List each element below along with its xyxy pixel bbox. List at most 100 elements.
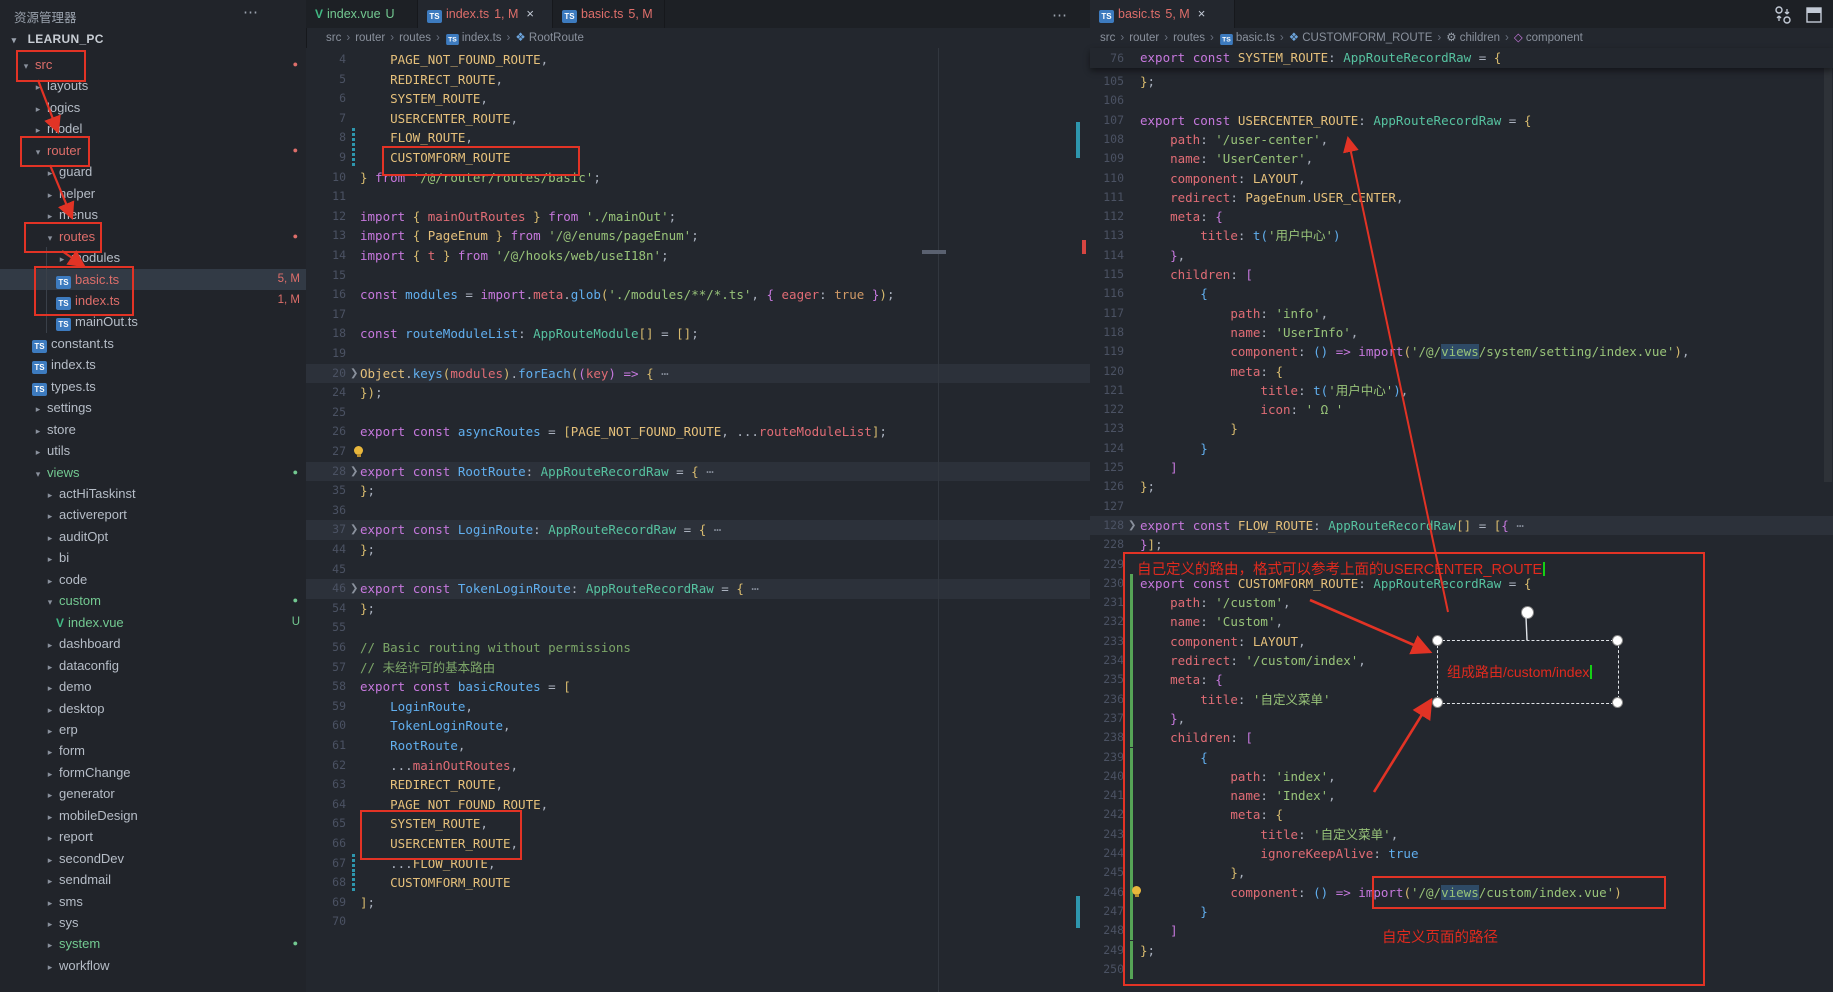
breadcrumb-item[interactable]: TSbasic.ts bbox=[1219, 32, 1275, 44]
tab-basic.ts[interactable]: TSbasic.ts5, M× bbox=[1090, 0, 1235, 28]
tree-item-auditOpt[interactable]: ▸auditOpt bbox=[0, 526, 306, 547]
tree-item-utils[interactable]: ▸utils bbox=[0, 440, 306, 461]
typescript-file-icon: TS bbox=[56, 318, 71, 331]
tree-item-label: sendmail bbox=[59, 872, 111, 887]
sticky-scroll-line[interactable]: 76export const SYSTEM_ROUTE: AppRouteRec… bbox=[1090, 48, 1833, 68]
tree-item-report[interactable]: ▸report bbox=[0, 826, 306, 847]
tree-item-menus[interactable]: ▸menus bbox=[0, 204, 306, 225]
tree-item-settings[interactable]: ▸settings bbox=[0, 397, 306, 418]
tree-item-router[interactable]: ▾router● bbox=[0, 140, 306, 161]
tree-item-sys[interactable]: ▸sys bbox=[0, 912, 306, 933]
selection-handle[interactable] bbox=[1432, 697, 1443, 708]
tree-item-erp[interactable]: ▸erp bbox=[0, 719, 306, 740]
tree-item-index-vue[interactable]: Vindex.vueU bbox=[0, 612, 306, 633]
toggle-layout-icon[interactable] bbox=[1804, 5, 1824, 25]
tree-item-types-ts[interactable]: TStypes.ts bbox=[0, 376, 306, 397]
tree-item-generator[interactable]: ▸generator bbox=[0, 783, 306, 804]
explorer-title: 资源管理器 bbox=[14, 7, 77, 26]
breadcrumb-item[interactable]: router bbox=[355, 32, 385, 44]
rotation-handle[interactable] bbox=[1521, 606, 1534, 619]
tree-item-dataconfig[interactable]: ▸dataconfig bbox=[0, 655, 306, 676]
breadcrumb-item[interactable]: src bbox=[1100, 32, 1115, 44]
tree-item-routes[interactable]: ▾routes● bbox=[0, 226, 306, 247]
gutter-added-bar bbox=[1130, 825, 1133, 844]
tree-item-workflow[interactable]: ▸workflow bbox=[0, 955, 306, 976]
breadcrumb-item[interactable]: ◇ component bbox=[1514, 32, 1583, 44]
selection-handle[interactable] bbox=[1432, 635, 1443, 646]
tree-item-bi[interactable]: ▸bi bbox=[0, 547, 306, 568]
vue-file-icon: V bbox=[56, 616, 64, 630]
lightbulb-icon[interactable] bbox=[354, 446, 363, 455]
tree-item-constant-ts[interactable]: TSconstant.ts bbox=[0, 333, 306, 354]
code-line-245: 245 }, bbox=[1090, 863, 1833, 882]
breadcrumb-item[interactable]: ❖ RootRoute bbox=[515, 32, 584, 44]
gutter-added-bar bbox=[1130, 960, 1133, 979]
explorer-more-actions-icon[interactable]: ⋯ bbox=[243, 3, 258, 21]
chevron-right-icon: ▸ bbox=[44, 742, 56, 763]
tab-index.ts[interactable]: TSindex.ts1, M× bbox=[418, 0, 553, 28]
code-line-242: 242 meta: { bbox=[1090, 805, 1833, 824]
tree-item-system[interactable]: ▸system● bbox=[0, 933, 306, 954]
tree-item-activereport[interactable]: ▸activereport bbox=[0, 504, 306, 525]
chevron-down-icon: ▾ bbox=[44, 592, 56, 613]
tree-item-guard[interactable]: ▸guard bbox=[0, 161, 306, 182]
scrollbar-thumb[interactable] bbox=[1824, 52, 1832, 482]
tab-basic.ts[interactable]: TSbasic.ts5, M bbox=[553, 0, 665, 28]
tree-item-desktop[interactable]: ▸desktop bbox=[0, 698, 306, 719]
tree-item-sendmail[interactable]: ▸sendmail bbox=[0, 869, 306, 890]
tree-item-secondDev[interactable]: ▸secondDev bbox=[0, 848, 306, 869]
chevron-down-icon: ▾ bbox=[32, 464, 44, 485]
code-line-36: 36 bbox=[306, 501, 1090, 521]
breadcrumb-item[interactable]: TSindex.ts bbox=[445, 32, 502, 44]
close-icon[interactable]: × bbox=[526, 6, 534, 21]
scrollbar-dash[interactable] bbox=[922, 250, 946, 254]
editor-middle[interactable]: 4 PAGE_NOT_FOUND_ROUTE,5 REDIRECT_ROUTE,… bbox=[306, 48, 1090, 992]
fold-chevron-icon[interactable]: ❯ bbox=[1128, 516, 1136, 535]
breadcrumb-item[interactable]: src bbox=[326, 32, 341, 44]
selection-handle[interactable] bbox=[1612, 635, 1623, 646]
typescript-file-icon: TS bbox=[32, 383, 47, 396]
tree-item-store[interactable]: ▸store bbox=[0, 419, 306, 440]
gutter-added-bar bbox=[1130, 690, 1133, 709]
breadcrumb-item[interactable]: ❖ CUSTOMFORM_ROUTE bbox=[1289, 32, 1433, 44]
workspace-root[interactable]: ▾ LEARUN_PC bbox=[8, 32, 298, 54]
tree-item-model[interactable]: ▸model bbox=[0, 118, 306, 139]
text-cursor bbox=[1590, 665, 1592, 679]
tree-item-dashboard[interactable]: ▸dashboard bbox=[0, 633, 306, 654]
code-line-106: 106 bbox=[1090, 91, 1833, 110]
git-modified-dot: ● bbox=[293, 226, 298, 247]
split-editor-icon[interactable] bbox=[1772, 5, 1794, 25]
tree-item-logics[interactable]: ▸logics bbox=[0, 97, 306, 118]
breadcrumb-item[interactable]: routes bbox=[399, 32, 431, 44]
fold-chevron-icon[interactable]: ❯ bbox=[350, 520, 358, 540]
tree-item-helper[interactable]: ▸helper bbox=[0, 183, 306, 204]
selection-handle[interactable] bbox=[1612, 697, 1623, 708]
tree-item-sms[interactable]: ▸sms bbox=[0, 891, 306, 912]
tree-item-src[interactable]: ▾src● bbox=[0, 54, 306, 75]
gutter-added-bar bbox=[1130, 863, 1133, 882]
editor-more-actions-icon[interactable]: ⋯ bbox=[1052, 6, 1067, 24]
tree-item-demo[interactable]: ▸demo bbox=[0, 676, 306, 697]
fold-chevron-icon[interactable]: ❯ bbox=[350, 462, 358, 482]
code-line-118: 118 name: 'UserInfo', bbox=[1090, 323, 1833, 342]
tree-item-mobileDesign[interactable]: ▸mobileDesign bbox=[0, 805, 306, 826]
tree-item-code[interactable]: ▸code bbox=[0, 569, 306, 590]
tab-index.vue[interactable]: Vindex.vueU bbox=[306, 0, 418, 28]
tree-item-actHiTaskinst[interactable]: ▸actHiTaskinst bbox=[0, 483, 306, 504]
breadcrumb-item[interactable]: routes bbox=[1173, 32, 1205, 44]
tree-item-layouts[interactable]: ▸layouts bbox=[0, 75, 306, 96]
fold-chevron-icon[interactable]: ❯ bbox=[350, 579, 358, 599]
close-icon[interactable]: × bbox=[1198, 6, 1206, 21]
tab-bar-right: TSbasic.ts5, M× bbox=[1090, 0, 1833, 28]
tree-item-views[interactable]: ▾views● bbox=[0, 462, 306, 483]
breadcrumb-item[interactable]: router bbox=[1129, 32, 1159, 44]
tree-item-formChange[interactable]: ▸formChange bbox=[0, 762, 306, 783]
tree-item-custom[interactable]: ▾custom● bbox=[0, 590, 306, 611]
editor-right[interactable]: 105};106107export const USERCENTER_ROUTE… bbox=[1090, 48, 1833, 992]
code-line-239: 239 { bbox=[1090, 748, 1833, 767]
tree-item-index-ts[interactable]: TSindex.ts bbox=[0, 354, 306, 375]
chevron-right-icon: ▸ bbox=[56, 249, 68, 270]
breadcrumb-item[interactable]: ⚙ children bbox=[1446, 32, 1500, 44]
tree-item-form[interactable]: ▸form bbox=[0, 740, 306, 761]
fold-chevron-icon[interactable]: ❯ bbox=[350, 364, 358, 384]
